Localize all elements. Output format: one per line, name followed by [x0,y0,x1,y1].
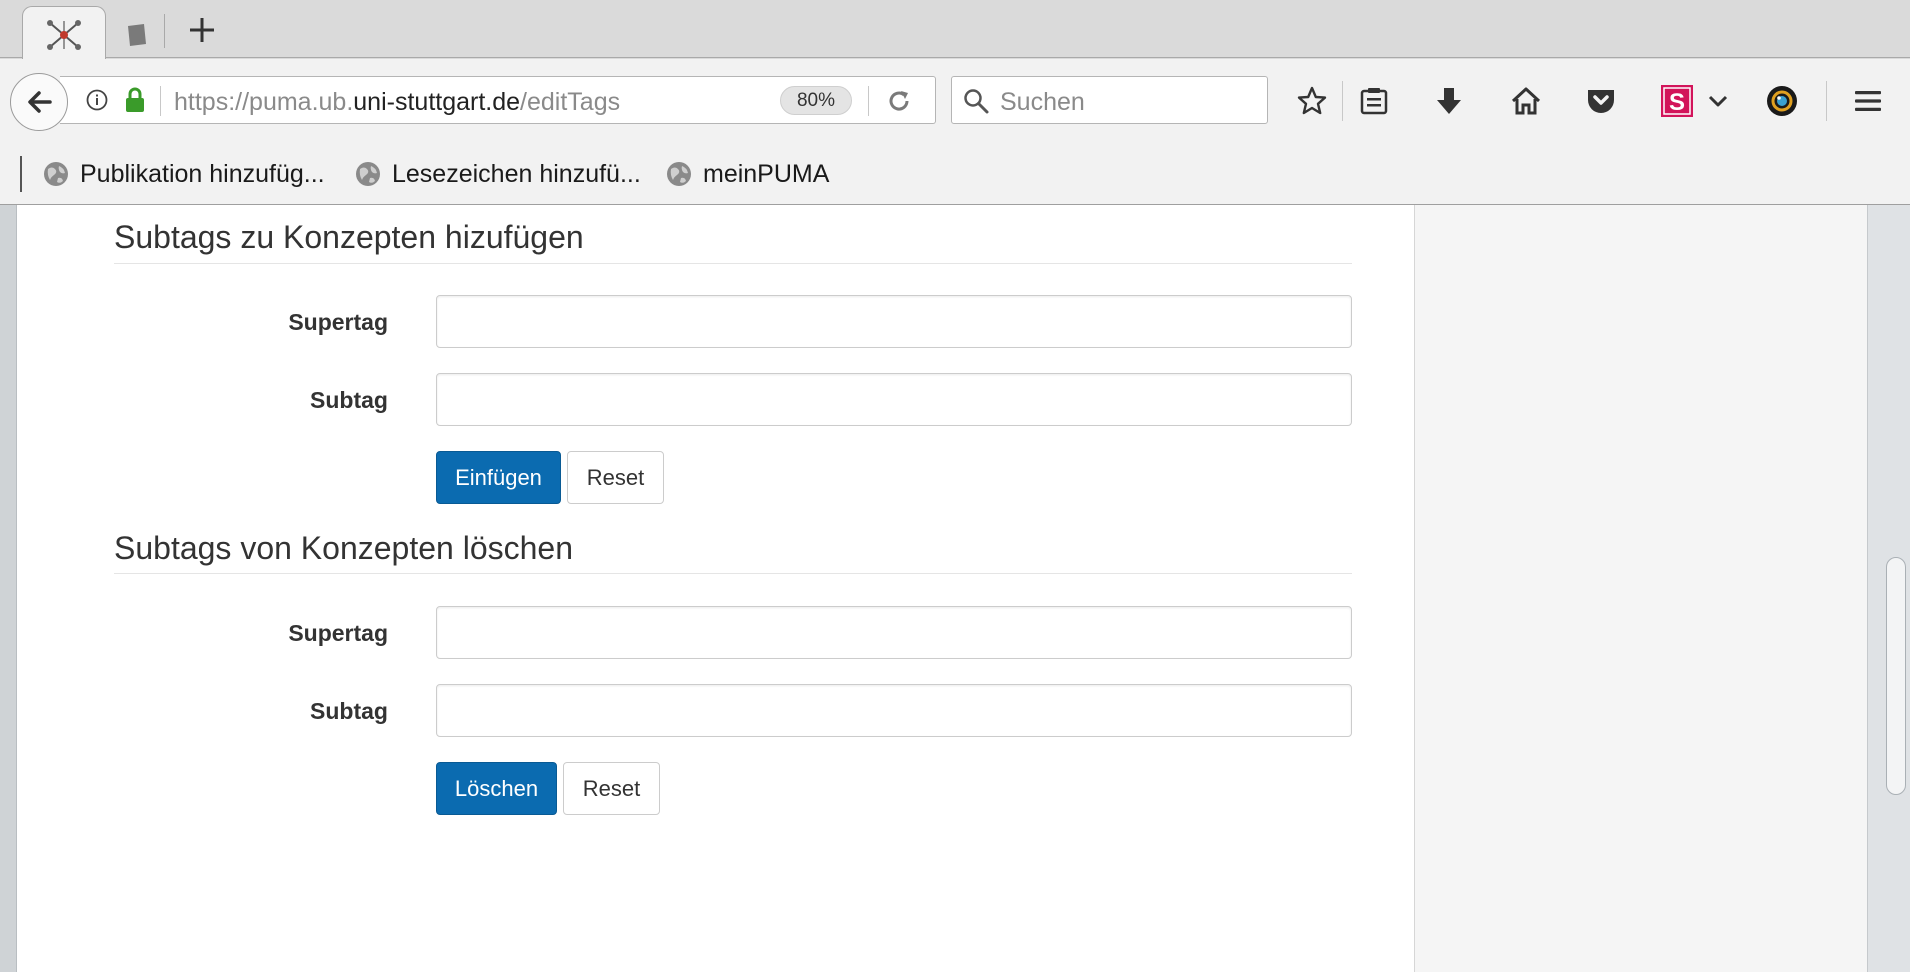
sidebar-column [1414,205,1867,972]
tab-strip-border [0,57,1910,58]
toolbar-separator [1826,81,1827,121]
supertag-label: Supertag [288,620,388,646]
camera-extension-icon [1767,86,1797,116]
page-viewport: Subtags zu Konzepten hizufügen Supertag … [0,205,1910,972]
download-icon [1437,88,1461,114]
bookmark-item-meinpuma[interactable]: meinPUMA [665,156,829,192]
subtag-input-add[interactable] [436,373,1352,426]
extension-dropdown-button[interactable] [1703,81,1733,121]
delete-button[interactable]: Löschen [436,762,557,815]
back-icon [28,91,52,113]
url-path: /editTags [520,88,621,116]
globe-icon [44,162,68,186]
chevron-down-icon [1708,95,1728,107]
url-text[interactable]: https://puma.ub.uni-stuttgart.de/editTag… [174,88,620,117]
camera-extension-button[interactable] [1762,81,1802,121]
subtag-input-delete[interactable] [436,684,1352,737]
vertical-scrollbar[interactable] [1867,205,1910,972]
supertag-input-delete[interactable] [436,606,1352,659]
bookmark-label: Lesezeichen hinzufü... [392,159,641,188]
pocket-icon [1588,90,1614,113]
new-tab-button[interactable] [184,12,220,48]
scrollbar-thumb[interactable] [1886,557,1906,795]
search-placeholder: Suchen [1000,88,1085,116]
globe-icon [356,162,380,186]
svg-text:S: S [1669,89,1685,116]
supertag-label: Supertag [288,309,388,335]
supertag-input-add[interactable] [436,295,1352,348]
tab-background[interactable] [110,14,160,54]
menu-button[interactable] [1848,81,1888,121]
page-left-margin [0,205,17,972]
menu-icon [1855,91,1881,111]
url-separator [160,86,161,116]
reading-list-icon [1360,88,1388,115]
search-bar[interactable]: Suchen [951,76,1268,124]
bookmarks-separator [20,156,22,192]
section-title-delete-subtags: Subtags von Konzepten löschen [114,530,573,566]
puma-favicon-icon [47,20,81,50]
reset-button-add[interactable]: Reset [567,451,664,504]
search-icon [964,89,989,114]
tab-active[interactable] [22,6,106,59]
pocket-button[interactable] [1581,81,1621,121]
download-button[interactable] [1429,81,1469,121]
reset-button-delete[interactable]: Reset [563,762,660,815]
subtag-label: Subtag [310,698,388,724]
section-divider [114,263,1352,264]
section-title-add-subtags: Subtags zu Konzepten hizufügen [114,219,584,255]
section-divider [114,573,1352,574]
url-domain: uni-stuttgart.de [353,88,521,116]
tab-strip [0,0,1910,59]
lock-icon[interactable] [124,87,146,113]
bookmark-item-lesezeichen[interactable]: Lesezeichen hinzufü... [354,156,641,192]
toolbar-separator [1342,81,1343,121]
back-button[interactable] [10,73,68,131]
s-extension-icon: S [1661,85,1693,117]
tab-separator [164,14,165,48]
bookmark-label: Publikation hinzufüg... [80,159,325,188]
main-column: Subtags zu Konzepten hizufügen Supertag … [17,205,1414,972]
navigation-toolbar: https://puma.ub.uni-stuttgart.de/editTag… [0,59,1910,144]
bookmark-item-publikation[interactable]: Publikation hinzufüg... [42,156,325,192]
bookmark-label: meinPUMA [703,159,830,188]
zoom-indicator[interactable]: 80% [780,86,852,115]
home-button[interactable] [1506,81,1546,121]
url-separator [868,86,869,116]
page-icon [128,24,146,46]
subtag-label: Subtag [310,387,388,413]
url-prefix: https://puma.ub. [174,88,354,116]
home-icon [1511,87,1541,115]
bookmarks-toolbar: Publikation hinzufüg... Lesezeichen hinz… [0,144,1910,205]
globe-icon [667,162,691,186]
s-extension-button[interactable]: S [1657,81,1697,121]
info-icon[interactable] [86,89,108,111]
url-bar[interactable]: https://puma.ub.uni-stuttgart.de/editTag… [60,76,936,124]
insert-button[interactable]: Einfügen [436,451,561,504]
new-tab-icon [190,18,214,42]
bookmark-star-button[interactable] [1292,81,1332,121]
bookmark-star-icon [1297,86,1327,115]
reading-list-button[interactable] [1354,81,1394,121]
reload-icon[interactable] [885,87,913,115]
